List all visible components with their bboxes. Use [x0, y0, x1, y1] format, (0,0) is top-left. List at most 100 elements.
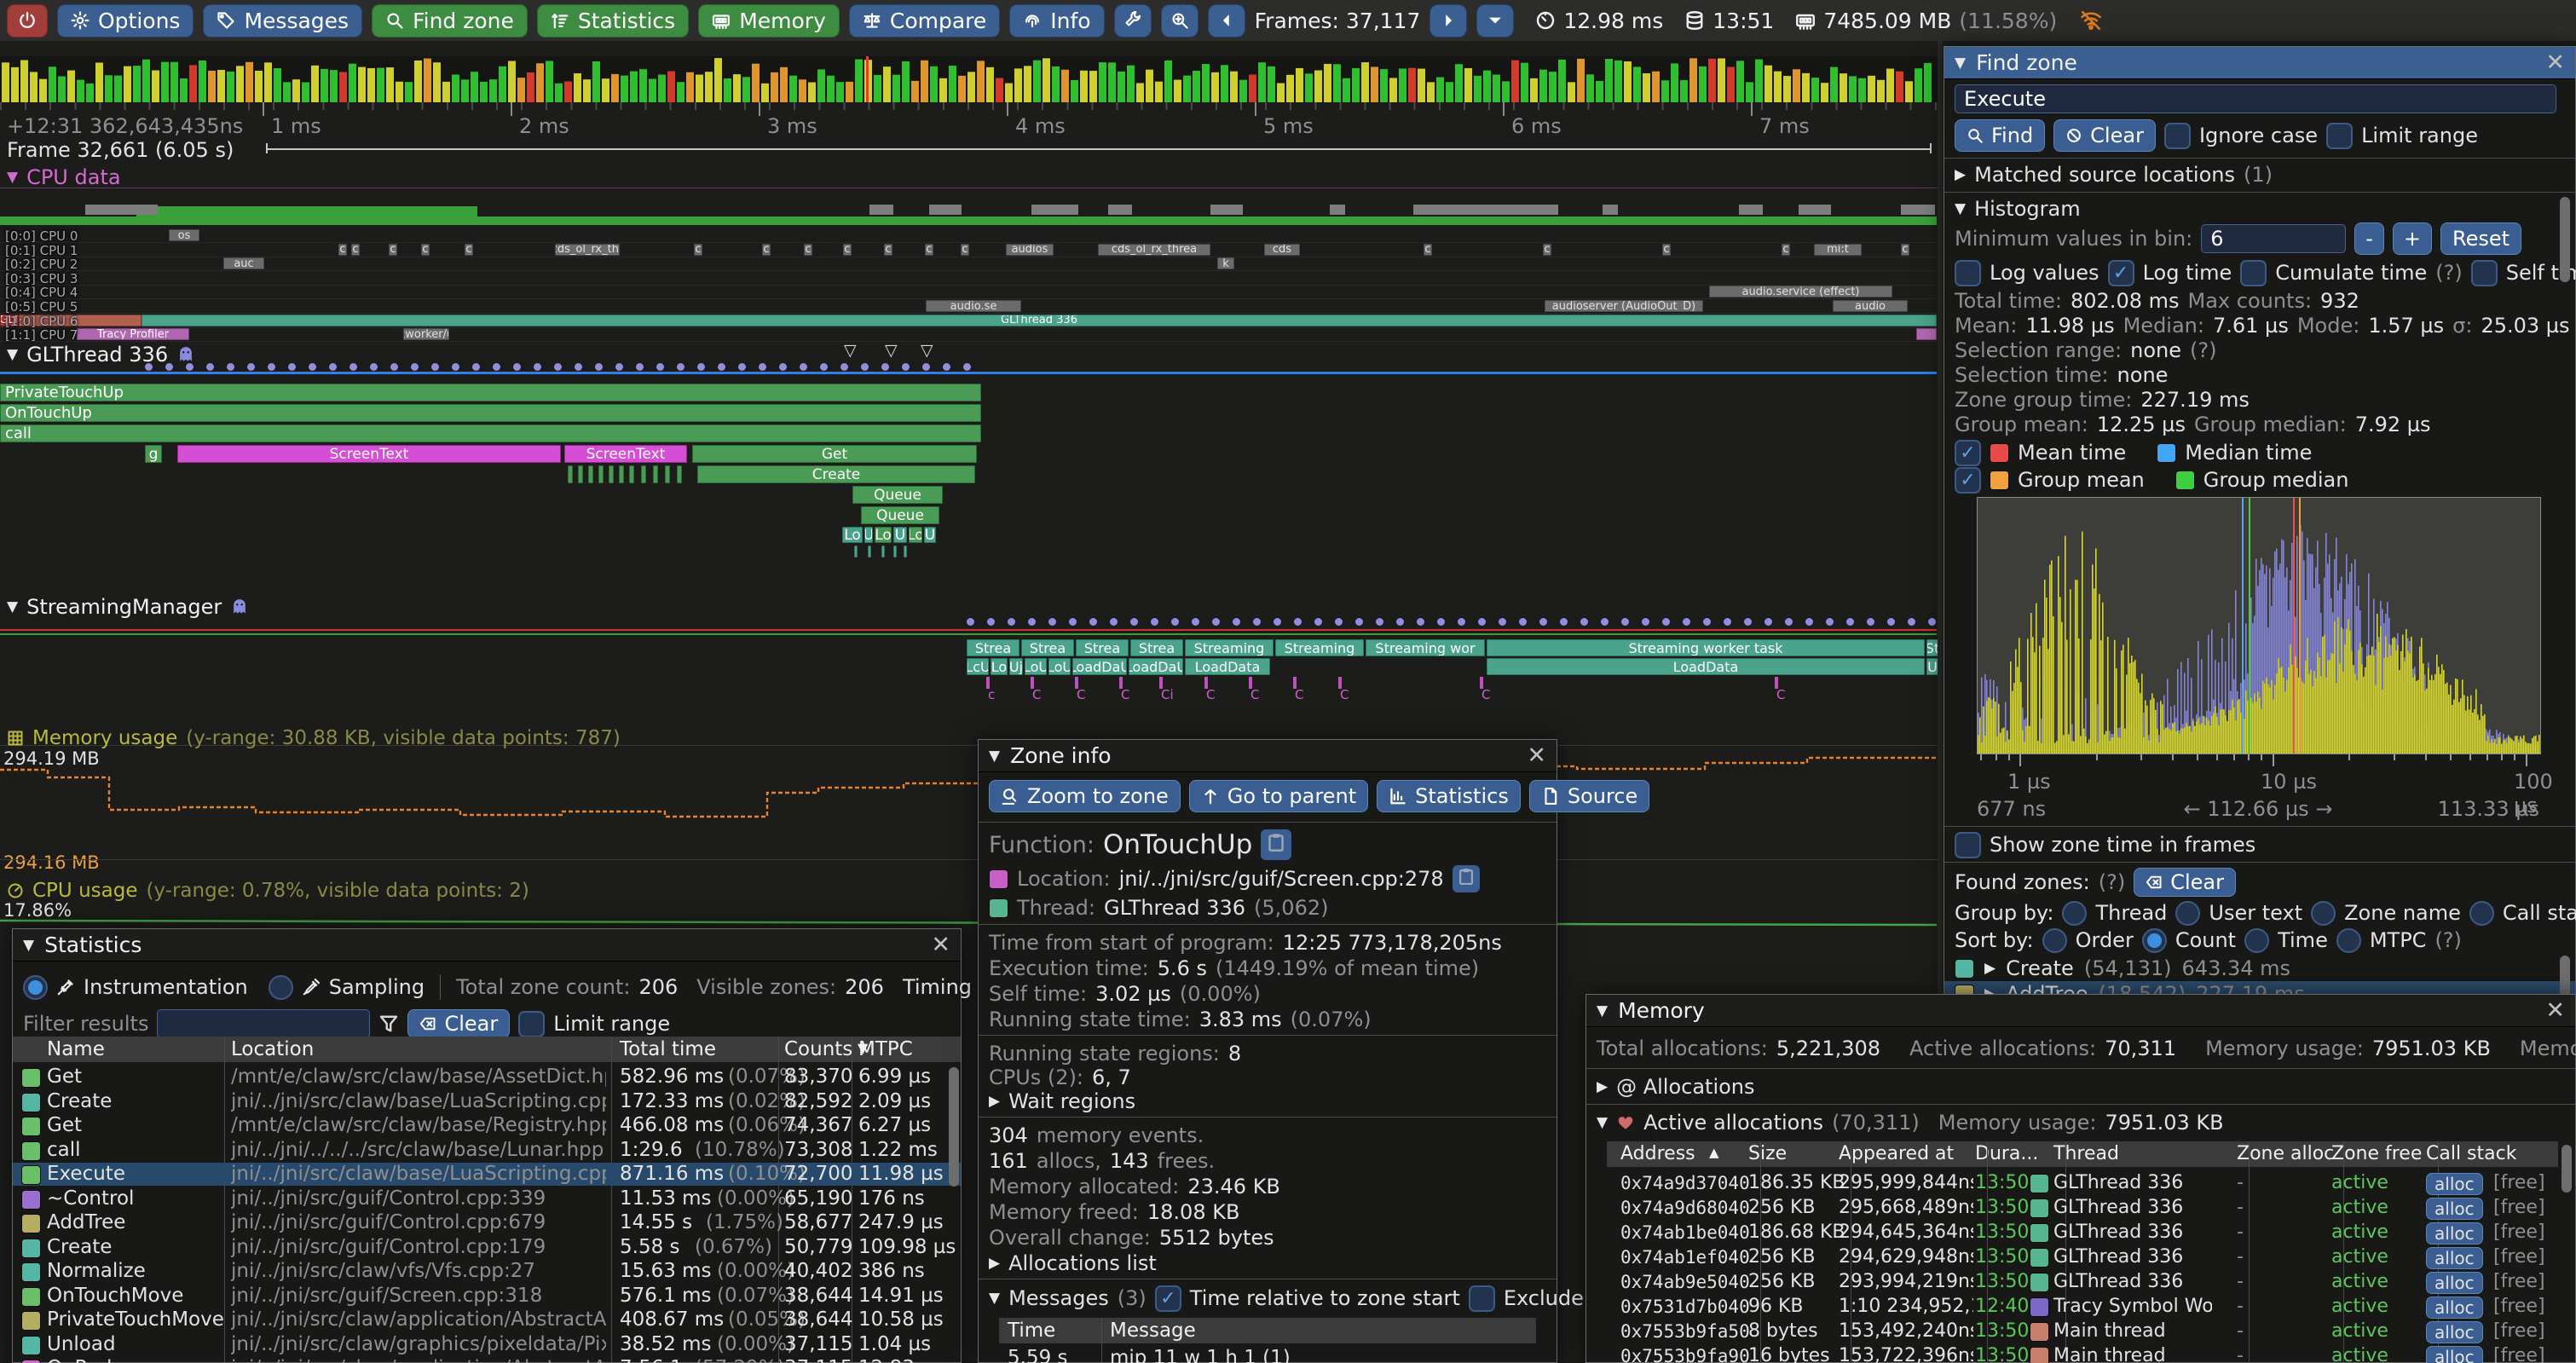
- allocation-row[interactable]: 0x7553b9fa508 bytes153,492,240ns13:50.8M…: [1607, 1320, 2558, 1343]
- cpu-row[interactable]: os[0:0] CPU 0: [0, 228, 1937, 243]
- glthread-zone[interactable]: [619, 465, 624, 483]
- group-mean-checkbox[interactable]: ✓: [1955, 467, 1981, 494]
- cpu-zone[interactable]: c: [389, 244, 397, 256]
- glthread-zone[interactable]: [578, 465, 583, 483]
- column-header[interactable]: Message: [1110, 1320, 1196, 1342]
- streaming-zone[interactable]: St: [1926, 639, 1938, 656]
- decrement-button[interactable]: -: [2354, 222, 2384, 255]
- cpu-zone[interactable]: c: [694, 244, 702, 256]
- table-row[interactable]: ~Controljni/../jni/src/guif/Control.cpp:…: [13, 1187, 961, 1210]
- min-bin-input[interactable]: 6: [2201, 224, 2346, 253]
- glthread-zone[interactable]: [629, 465, 634, 483]
- cpu-zone[interactable]: auc: [223, 257, 264, 269]
- column-header[interactable]: Time: [1008, 1320, 1055, 1342]
- show-zone-time-checkbox[interactable]: [1955, 832, 1981, 858]
- allocation-row[interactable]: 0x74a9d37040186.35 KB295,999,844ns13:50.…: [1607, 1172, 2558, 1195]
- glthread-zone[interactable]: g: [145, 445, 162, 463]
- scrollbar-thumb[interactable]: [2562, 1145, 2572, 1193]
- table-row[interactable]: PrivateTouchMovejni/../jni/src/claw/appl…: [13, 1308, 961, 1331]
- streaming-zone[interactable]: LoadDaU: [1129, 658, 1183, 675]
- cpu-zone[interactable]: c: [421, 244, 430, 256]
- range-center[interactable]: ← 112.66 µs →: [2184, 797, 2333, 821]
- cpu-zone[interactable]: c: [843, 244, 852, 256]
- allocation-row[interactable]: 0x74a9d68040256 KB295,668,489ns13:50.7GL…: [1607, 1197, 2558, 1220]
- streaming-zone[interactable]: Strea: [1130, 639, 1183, 656]
- allocation-row[interactable]: 0x74ab1be040186.68 KB294,645,364ns13:50.…: [1607, 1222, 2558, 1245]
- glthread-zone[interactable]: [868, 546, 871, 557]
- glthread-zone[interactable]: [893, 546, 897, 557]
- frame-info-row[interactable]: Frame 32,661 (6.05 s): [0, 138, 1939, 160]
- cpu-zone[interactable]: audios: [1006, 244, 1054, 256]
- streaming-zone[interactable]: Strea: [967, 639, 1019, 656]
- cpu-row[interactable]: Tracy Profilerkworker/u[1:1] CPU 7: [0, 327, 1937, 342]
- collapse-icon[interactable]: ▼: [989, 748, 1000, 765]
- glthread-zone[interactable]: [653, 465, 658, 483]
- limit-range-checkbox[interactable]: [518, 1011, 545, 1037]
- sort-by-order[interactable]: [2042, 928, 2067, 953]
- close-icon[interactable]: ✕: [2545, 997, 2565, 1024]
- glthread-zone[interactable]: [641, 465, 646, 483]
- free-link[interactable]: [free]: [2493, 1345, 2545, 1363]
- message-row[interactable]: 5.59 smip 11 w 1 h 1 (1): [999, 1347, 1536, 1363]
- cpu-zone[interactable]: Tracy Profiler: [77, 328, 189, 340]
- column-header[interactable]: Appeared at: [1839, 1143, 1954, 1164]
- expand-icon[interactable]: ▶: [989, 1093, 1000, 1110]
- group-by-thread[interactable]: [2062, 901, 2087, 926]
- expand-icon[interactable]: ▶: [989, 1255, 1000, 1272]
- collapse-icon[interactable]: ▼: [1597, 1002, 1608, 1019]
- alloc-chip-button[interactable]: alloc: [2426, 1297, 2483, 1319]
- glthread-zone[interactable]: [854, 546, 858, 557]
- cpu-zone[interactable]: [1916, 328, 1937, 340]
- table-row[interactable]: Normalizejni/../jni/src/claw/vfs/Vfs.cpp…: [13, 1260, 961, 1283]
- allocation-row[interactable]: 0x74ab9e5040256 KB293,994,219ns13:50.7GL…: [1607, 1271, 2558, 1294]
- allocation-row[interactable]: 0x7531d7b04096 KB1:10 234,952,16112:40.7…: [1607, 1296, 2558, 1319]
- zoom-frames-button[interactable]: [1161, 4, 1198, 38]
- alloc-chip-button[interactable]: alloc: [2426, 1222, 2483, 1245]
- collapse-icon[interactable]: ▼: [989, 1290, 1000, 1307]
- free-link[interactable]: [free]: [2493, 1296, 2545, 1317]
- glthread-zone[interactable]: call: [0, 424, 981, 442]
- cpu-zone[interactable]: mi:t: [1814, 244, 1862, 256]
- collapse-icon[interactable]: ▼: [23, 937, 34, 954]
- go-to-parent-button[interactable]: Go to parent: [1189, 780, 1368, 812]
- collapsed-zone-marker[interactable]: ▽: [921, 341, 933, 360]
- cpu-zone[interactable]: cds: [1264, 244, 1300, 256]
- filter-input[interactable]: [157, 1009, 370, 1038]
- cpu-zone[interactable]: c: [351, 244, 360, 256]
- glthread-zone[interactable]: [881, 546, 885, 557]
- found-zone-row[interactable]: ▶Create(54,131)643.34 ms: [1944, 956, 2575, 981]
- cpu-row[interactable]: GLTGLThread 336[1:0] CPU 6: [0, 314, 1937, 328]
- glthread-zone[interactable]: OnTouchUp: [0, 404, 981, 422]
- cpu-row[interactable]: ccccccds_ol_rx_thrcccccccaudioscds_ol_rx…: [0, 243, 1937, 257]
- expand-icon[interactable]: ▶: [1955, 166, 1966, 183]
- allocation-row[interactable]: 0x7553b9fa9016 bytes153,722,396ns13:50.8…: [1607, 1345, 2558, 1363]
- expand-icon[interactable]: ▶: [1597, 1078, 1608, 1095]
- streaming-zone[interactable]: Lo: [991, 658, 1008, 675]
- cpu-zone[interactable]: audio.se: [926, 300, 1021, 312]
- close-icon[interactable]: ✕: [2545, 49, 2565, 76]
- table-row[interactable]: OnTouchMovejni/../jni/src/guif/Screen.cp…: [13, 1285, 961, 1308]
- ignore-case-checkbox[interactable]: [2164, 123, 2191, 149]
- cumulate-time-checkbox[interactable]: [2240, 260, 2267, 286]
- group-by-user-text[interactable]: [2175, 901, 2200, 926]
- glthread-zone[interactable]: ScreenText: [564, 445, 687, 463]
- glthread-zone[interactable]: [609, 465, 614, 483]
- column-header[interactable]: Location: [231, 1038, 314, 1060]
- sort-by-mtpc[interactable]: [2336, 928, 2361, 953]
- memory-button[interactable]: Memory: [698, 4, 840, 38]
- close-icon[interactable]: ✕: [931, 932, 950, 958]
- cpu-zone[interactable]: c: [884, 244, 892, 256]
- mean-time-checkbox[interactable]: ✓: [1955, 440, 1981, 466]
- group-by-call-stacks[interactable]: [2469, 901, 2494, 926]
- column-header[interactable]: Zone alloc: [2237, 1143, 2334, 1164]
- cpu-zone[interactable]: c: [925, 244, 933, 256]
- zone-info-titlebar[interactable]: ▼Zone info✕: [979, 740, 1557, 772]
- cpu-data-section-header[interactable]: ▼CPU data: [7, 165, 121, 189]
- cpu-zone[interactable]: audioserver (AudioOut_D): [1545, 300, 1703, 312]
- clear-button[interactable]: Clear: [2053, 119, 2156, 152]
- cpu-zone[interactable]: audio.service (effect): [1709, 286, 1892, 297]
- find-button[interactable]: Find: [1955, 119, 2045, 152]
- increment-button[interactable]: +: [2393, 222, 2432, 255]
- streaming-zone[interactable]: U: [1926, 658, 1938, 675]
- alloc-chip-button[interactable]: alloc: [2426, 1321, 2483, 1343]
